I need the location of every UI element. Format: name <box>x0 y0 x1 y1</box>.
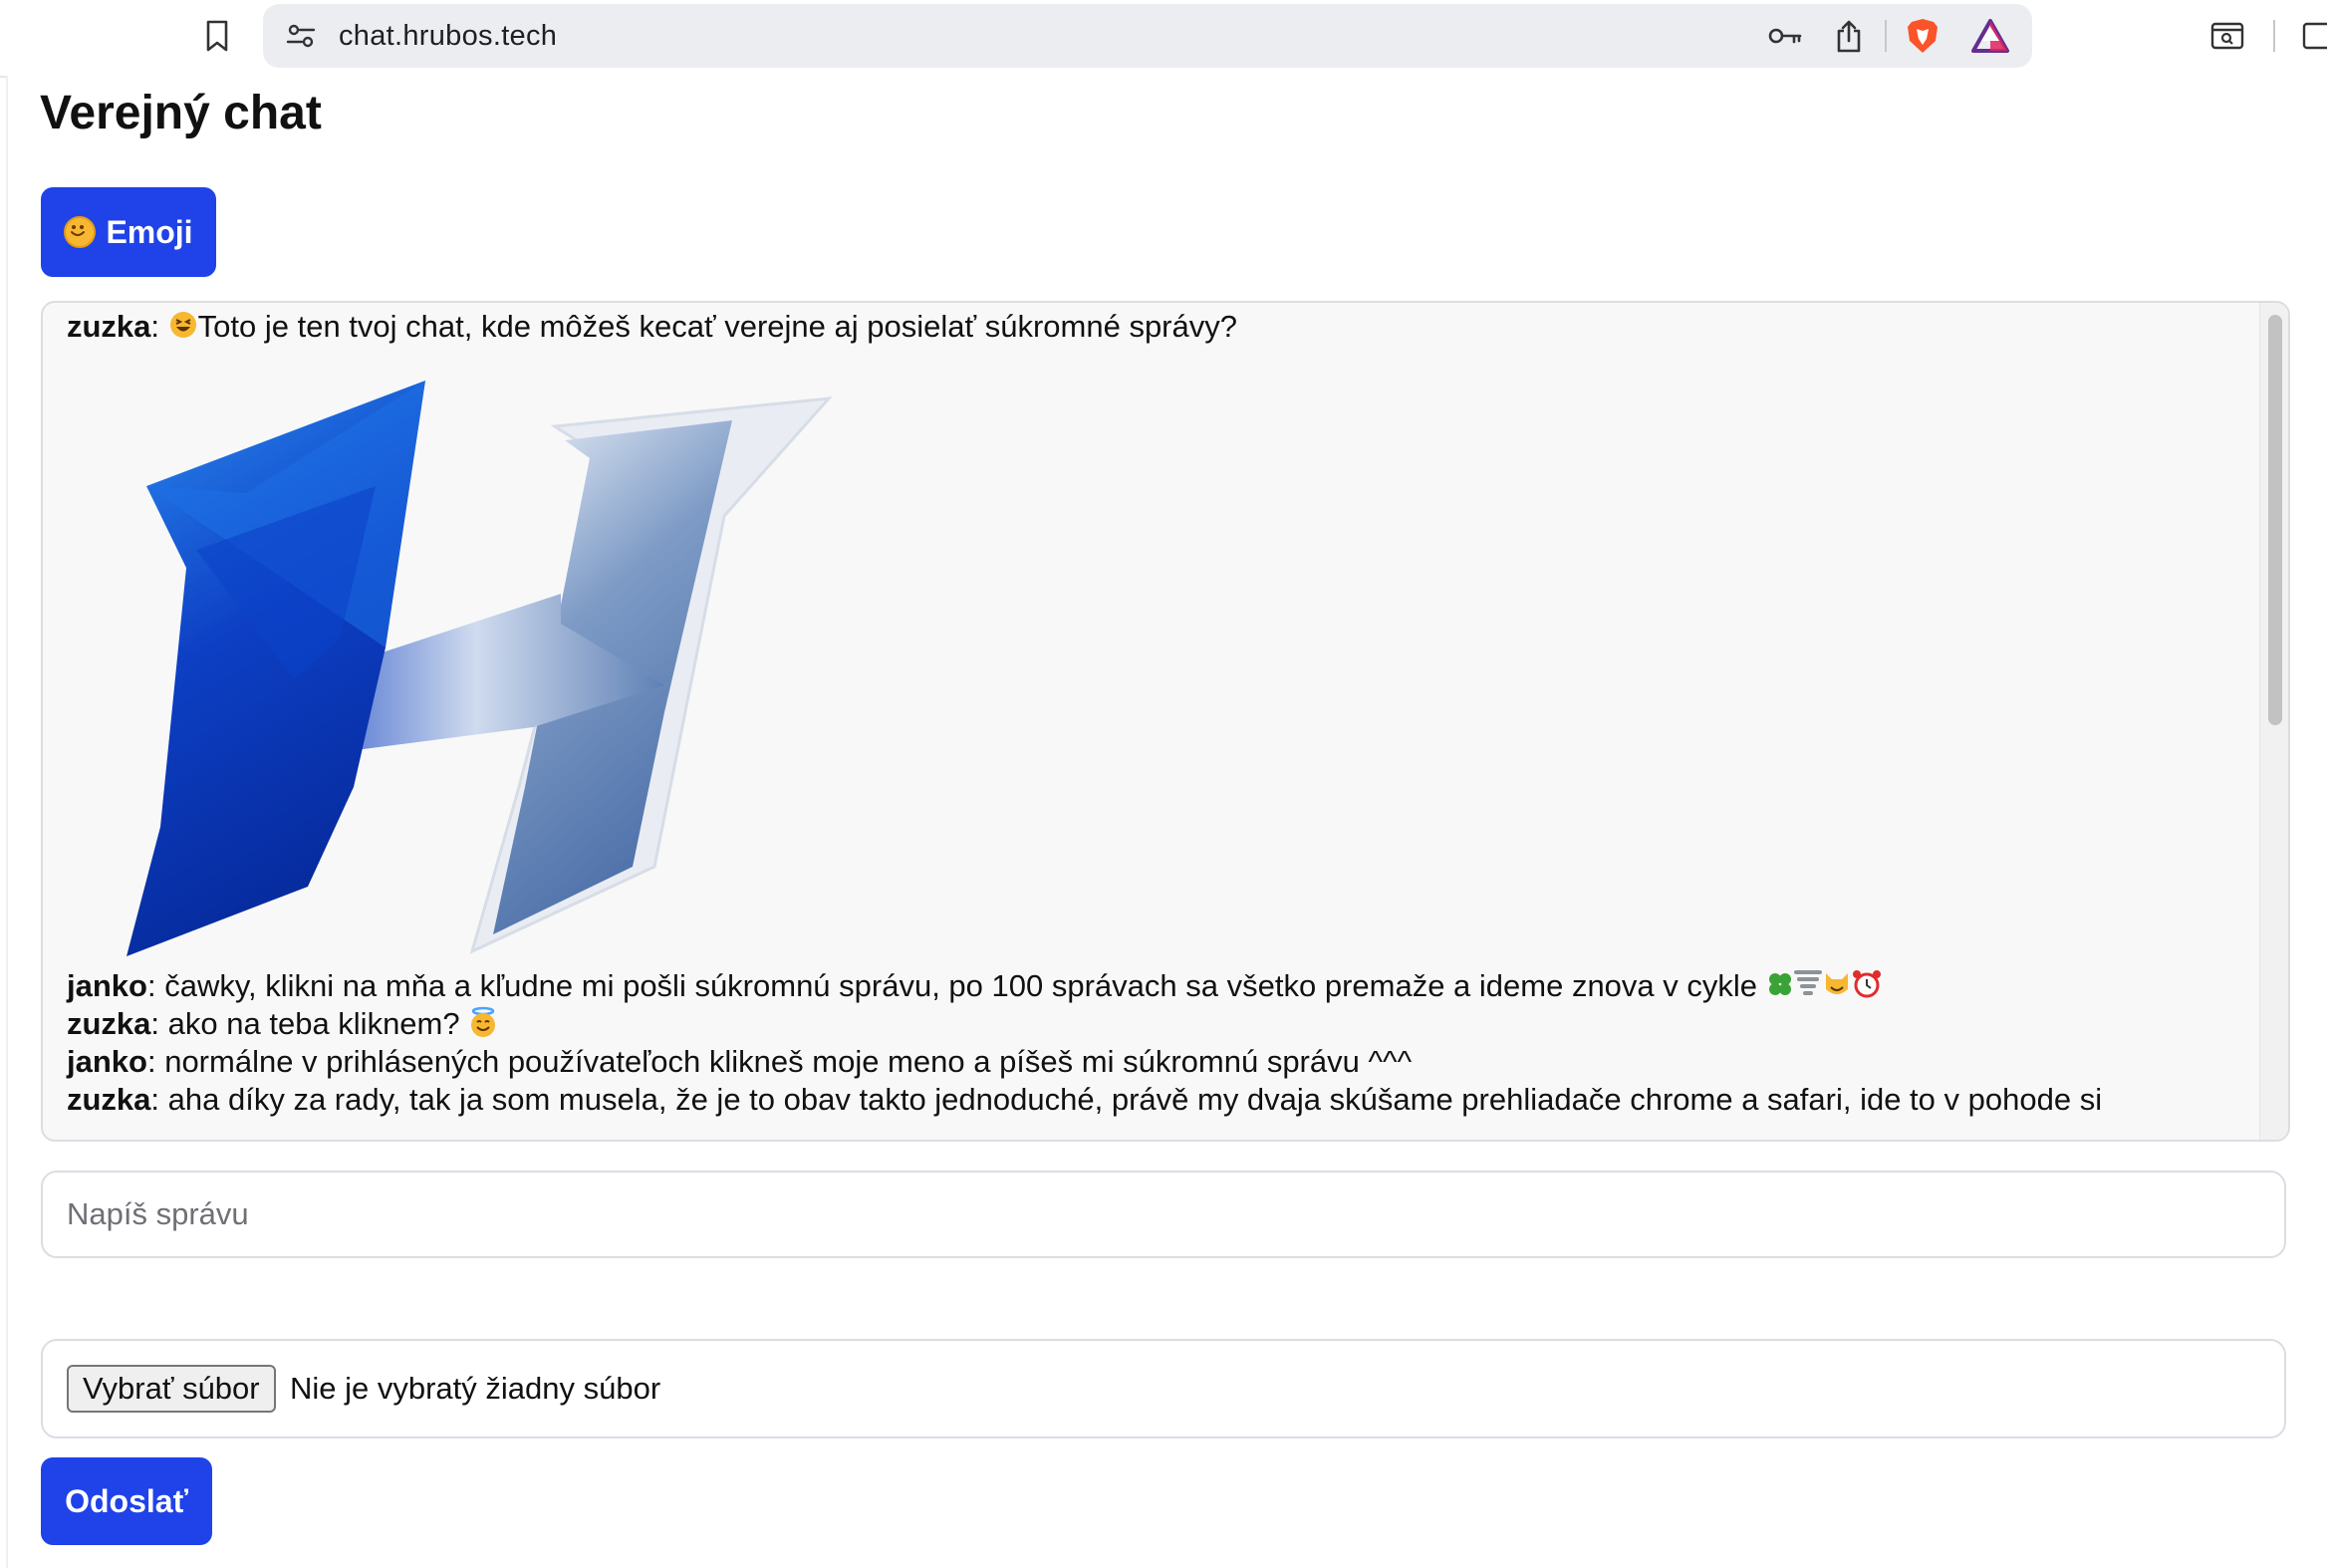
bookmark-icon[interactable] <box>199 18 235 54</box>
emoji-button[interactable]: Emoji <box>41 187 216 277</box>
site-settings-icon[interactable] <box>283 18 319 54</box>
toolbar-divider <box>1885 20 1887 52</box>
message-text: ako na teba kliknem? <box>167 1006 460 1042</box>
halo-face-icon <box>468 1006 498 1046</box>
message-user[interactable]: zuzka <box>67 309 150 344</box>
browser-toolbar: chat.hrubos.tech <box>0 0 2327 78</box>
choose-file-button[interactable]: Vybrať súbor <box>67 1365 276 1413</box>
send-button[interactable]: Odoslať <box>41 1457 212 1545</box>
brave-shields-icon[interactable] <box>1903 16 1942 56</box>
message-text: Toto je ten tvoj chat, kde môžeš kecať v… <box>197 309 1237 344</box>
password-key-icon[interactable] <box>1765 18 1805 54</box>
address-bar[interactable]: chat.hrubos.tech <box>263 4 2032 68</box>
message-user[interactable]: janko <box>67 968 147 1003</box>
brave-rewards-icon[interactable] <box>1970 16 2010 56</box>
posted-image-h-logo[interactable] <box>87 369 844 956</box>
message-text: aha díky za rady, tak ja som musela, že … <box>167 1082 2103 1117</box>
tab-search-icon[interactable] <box>2207 16 2247 56</box>
message: zuzka: aha díky za rady, tak ja som muse… <box>67 1082 2103 1117</box>
page-title: Verejný chat <box>40 87 322 139</box>
message: zuzka: ako na teba kliknem? <box>67 1006 498 1046</box>
emoji-button-label: Emoji <box>106 213 193 250</box>
chat-scrollbar-thumb[interactable] <box>2268 315 2282 725</box>
chat-messages[interactable]: zuzka: Toto je ten tvoj chat, kde môžeš … <box>41 301 2290 1142</box>
file-picker: Vybrať súbor Nie je vybratý žiadny súbor <box>41 1339 2286 1438</box>
message-user[interactable]: zuzka <box>67 1006 150 1041</box>
message-input[interactable] <box>41 1171 2286 1258</box>
laughing-face-icon <box>168 310 198 348</box>
message-text: normálne v prihlásených používateľoch kl… <box>164 1044 1413 1079</box>
toolbar-divider <box>2273 20 2275 52</box>
smiling-cat-icon <box>1822 969 1852 1007</box>
message: janko: čawky, klikni na mňa a kľudne mi … <box>67 968 1882 1007</box>
smiley-icon <box>64 216 97 248</box>
url-text[interactable]: chat.hrubos.tech <box>339 4 557 68</box>
message: janko: normálne v prihlásených používate… <box>67 1044 1413 1079</box>
message-user[interactable]: zuzka <box>67 1082 150 1117</box>
file-status-text: Nie je vybratý žiadny súbor <box>290 1371 661 1406</box>
alarm-clock-icon <box>1852 969 1882 1007</box>
message-text: čawky, klikni na mňa a kľudne mi pošli s… <box>164 968 1758 1003</box>
tornado-icon <box>1793 969 1822 1007</box>
sidebar-icon[interactable] <box>2301 18 2327 54</box>
four-leaf-clover-icon <box>1766 970 1794 1006</box>
message: zuzka: Toto je ten tvoj chat, kde môžeš … <box>67 309 1237 348</box>
chat-scrollbar[interactable] <box>2259 303 2288 1140</box>
message-user[interactable]: janko <box>67 1044 147 1079</box>
share-icon[interactable] <box>1831 16 1867 56</box>
chat-page: Verejný chat Emoji zuzka: Toto je ten tv… <box>6 76 2327 1568</box>
